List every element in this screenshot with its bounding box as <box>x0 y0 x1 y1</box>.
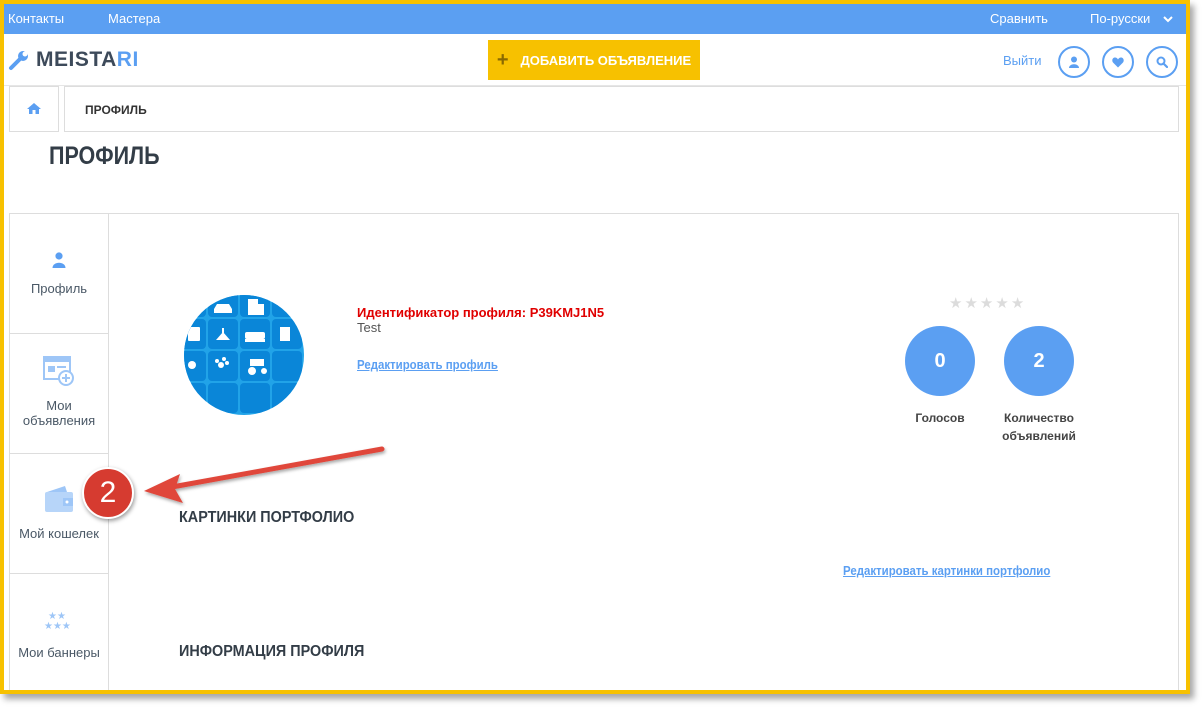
breadcrumb-home[interactable] <box>9 86 59 132</box>
sidebar-label-my-listings: Мои объявления <box>22 398 96 428</box>
star-icon: ★ <box>949 295 963 312</box>
category-collage-image <box>184 295 302 413</box>
screenshot-frame: Контакты Мастера Сравнить По-русски MEIS… <box>0 0 1190 694</box>
logo-main: MEISTA <box>36 48 117 71</box>
votes-label: Голосов <box>915 411 965 425</box>
sidebar-item-my-banners[interactable]: ★★ ★★★ Мои баннеры <box>10 574 108 690</box>
top-bar: Контакты Мастера Сравнить По-русски <box>4 4 1186 34</box>
sidebar-item-profile[interactable]: Профиль <box>10 214 108 334</box>
home-icon <box>27 103 41 114</box>
sidebar-label-my-banners: Мои баннеры <box>18 645 100 660</box>
plus-icon: + <box>496 48 509 71</box>
contacts-link[interactable]: Контакты <box>8 11 64 26</box>
edit-portfolio-link[interactable]: Редактировать картинки портфолио <box>843 563 1050 578</box>
breadcrumb-current: ПРОФИЛЬ <box>85 103 147 117</box>
star-icon: ★ <box>1010 295 1025 312</box>
chevron-down-icon <box>1163 16 1173 23</box>
profile-info-heading: ИНФОРМАЦИЯ ПРОФИЛЯ <box>179 643 365 660</box>
language-label: По-русски <box>1090 11 1151 26</box>
search-button[interactable] <box>1146 46 1178 78</box>
wallet-icon <box>45 486 73 512</box>
search-icon <box>1156 56 1168 68</box>
star-icon: ★ <box>979 295 994 312</box>
listings-label: Количество объявлений <box>1002 411 1076 443</box>
star-icon: ★ <box>964 295 978 312</box>
stars-icon: ★★ ★★★ <box>44 611 71 630</box>
breadcrumb: ПРОФИЛЬ <box>9 86 1179 132</box>
profile-main: Идентификатор профиля: P39KMJ1N5 Test Ре… <box>108 213 1179 690</box>
site-logo[interactable]: MEISTARI <box>8 48 139 72</box>
logout-link[interactable]: Выйти <box>1003 53 1042 68</box>
svg-text:★★★: ★★★ <box>44 621 71 630</box>
sidebar-label-profile: Профиль <box>30 281 88 296</box>
heart-icon <box>1112 57 1124 67</box>
user-icon <box>52 252 66 268</box>
masters-link[interactable]: Мастера <box>108 11 160 26</box>
step-number-badge: 2 <box>82 467 134 519</box>
votes-count: 0 <box>905 326 975 396</box>
add-listing-label: ДОБАВИТЬ ОБЪЯВЛЕНИЕ <box>520 52 692 68</box>
language-selector[interactable]: По-русски <box>1090 11 1173 26</box>
profile-id: Идентификатор профиля: P39KMJ1N5 <box>357 305 605 320</box>
user-button[interactable] <box>1058 46 1090 78</box>
logo-accent: RI <box>116 48 139 71</box>
profile-sidebar: Профиль Мои объявления Мой кошелек ★★ ★★… <box>9 213 109 690</box>
compare-link[interactable]: Сравнить <box>990 11 1048 26</box>
wrench-icon <box>9 51 28 70</box>
sidebar-item-my-listings[interactable]: Мои объявления <box>10 334 108 454</box>
breadcrumb-trail: ПРОФИЛЬ <box>64 86 1179 132</box>
edit-profile-link[interactable]: Редактировать профиль <box>357 357 498 372</box>
listing-add-icon <box>43 356 74 386</box>
site-header: MEISTARI + ДОБАВИТЬ ОБЪЯВЛЕНИЕ Выйти <box>4 34 1186 86</box>
user-icon <box>1069 56 1079 68</box>
favorites-button[interactable] <box>1102 46 1134 78</box>
logo-text: MEISTARI <box>36 48 139 72</box>
page-title: ПРОФИЛЬ <box>49 142 160 170</box>
sidebar-label-my-wallet: Мой кошелек <box>19 526 99 541</box>
add-listing-button[interactable]: + ДОБАВИТЬ ОБЪЯВЛЕНИЕ <box>488 40 700 80</box>
rating-stars: ★ ★ ★ ★ ★ <box>949 294 1024 312</box>
profile-name: Test <box>357 320 381 335</box>
listings-count: 2 <box>1004 326 1074 396</box>
profile-avatar <box>184 295 304 415</box>
star-icon: ★ <box>995 295 1009 312</box>
portfolio-heading: КАРТИНКИ ПОРТФОЛИО <box>179 509 355 526</box>
